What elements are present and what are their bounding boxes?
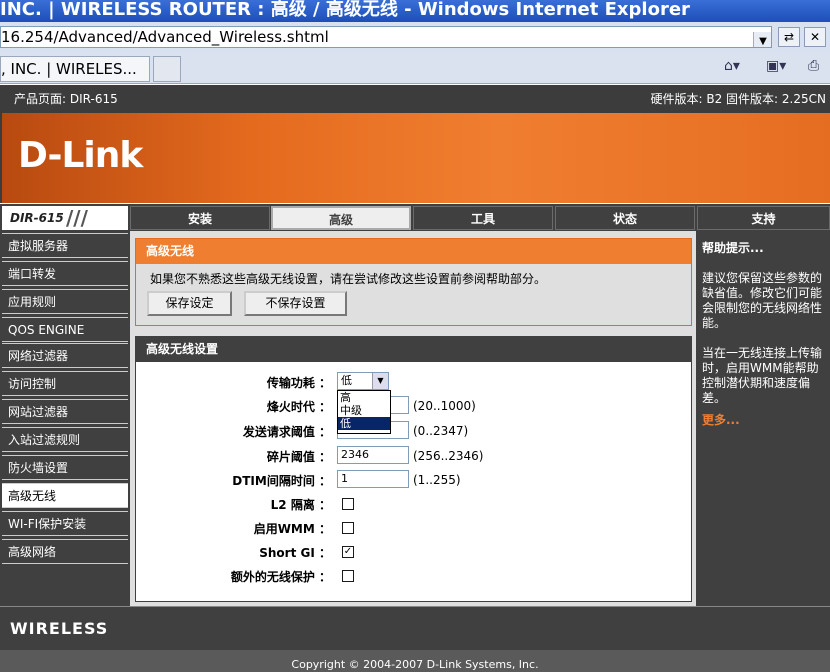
brand-banner: D-Link (0, 113, 830, 203)
rts-range: (0..2347) (413, 424, 469, 438)
sidebar-item-virtual-server[interactable]: 虚拟服务器 (2, 233, 128, 258)
wmm-label: 启用WMM ： (253, 522, 331, 536)
chevron-down-icon[interactable]: ▼ (372, 373, 388, 389)
help-more-link[interactable]: 更多... (702, 411, 740, 428)
sidebar-item-qos-engine[interactable]: QOS ENGINE (2, 317, 128, 342)
frag-range: (256..2346) (413, 449, 484, 463)
advanced-wireless-settings: 高级无线设置 传输功耗 ： 低 ▼ 烽火时代 ： (20..1000) 发送请求… (135, 336, 692, 602)
browser-tab-label: , INC. | WIRELES... (1, 60, 137, 78)
model-badge: DIR-615 /// (2, 206, 128, 230)
tab-status[interactable]: 状态 (555, 206, 695, 230)
extra-protection-label: 额外的无线保护 ： (230, 570, 331, 584)
frag-input[interactable]: 2346 (337, 446, 409, 464)
tab-tools[interactable]: 工具 (413, 206, 553, 230)
model-label: DIR-615 (10, 211, 64, 225)
badge-slashes: /// (66, 206, 88, 230)
address-bar-row: 16.254/Advanced/Advanced_Wireless.shtml … (0, 22, 830, 52)
dont-save-button[interactable]: 不保存设置 (244, 291, 347, 316)
router-top-bar: 产品页面: DIR-615 硬件版本: B2 固件版本: 2.25CN (0, 85, 830, 113)
sidebar-item-firewall[interactable]: 防火墙设置 (2, 455, 128, 480)
address-input[interactable]: 16.254/Advanced/Advanced_Wireless.shtml … (0, 26, 772, 48)
l2-isolation-checkbox[interactable] (342, 498, 354, 510)
copyright: Copyright © 2004-2007 D-Link Systems, In… (0, 650, 830, 672)
sidebar-item-inbound-filter[interactable]: 入站过滤规则 (2, 427, 128, 452)
product-page-label: 产品页面: DIR-615 (14, 92, 118, 106)
main-content: 高级无线 如果您不熟悉这些高级无线设置，请在尝试修改这些设置前参阅帮助部分。 保… (130, 231, 696, 606)
short-gi-checkbox[interactable]: ✓ (342, 546, 354, 558)
tx-power-option-high[interactable]: 高 (338, 391, 390, 404)
sidebar-item-website-filter[interactable]: 网站过滤器 (2, 399, 128, 424)
sidebar-item-application-rules[interactable]: 应用规则 (2, 289, 128, 314)
sidebar-item-access-control[interactable]: 访问控制 (2, 371, 128, 396)
intro-description: 如果您不熟悉这些高级无线设置，请在尝试修改这些设置前参阅帮助部分。 (150, 272, 547, 286)
tx-power-value: 低 (341, 374, 352, 387)
tx-power-option-low[interactable]: 低 (338, 417, 390, 430)
tx-power-label: 传输功耗 ： (266, 376, 331, 390)
l2-isolation-label: L2 隔离 ： (270, 498, 331, 512)
sidebar-item-wps[interactable]: WI-FI保护安装 (2, 511, 128, 536)
beacon-range: (20..1000) (413, 399, 476, 413)
help-text-1: 建议您保留这些参数的缺省值。修改它们可能会限制您的无线网络性能。 (702, 271, 823, 330)
sidebar-item-advanced-network[interactable]: 高级网络 (2, 539, 128, 564)
help-panel: 帮助提示... 建议您保留这些参数的缺省值。修改它们可能会限制您的无线网络性能。… (696, 231, 830, 606)
tab-setup[interactable]: 安装 (130, 206, 270, 230)
help-title: 帮助提示... (702, 241, 764, 255)
settings-section-title: 高级无线设置 (136, 337, 691, 362)
tab-support[interactable]: 支持 (697, 206, 830, 230)
browser-tab[interactable]: , INC. | WIRELES... (0, 56, 150, 82)
footer-bar: WIRELESS (0, 606, 830, 650)
dtim-label: DTIM间隔时间 ： (232, 474, 331, 488)
sidebar-item-advanced-wireless[interactable]: 高级无线 (2, 483, 128, 508)
dtim-input[interactable]: 1 (337, 470, 409, 488)
wireless-brand: WIRELESS (10, 619, 109, 638)
sidebar: 虚拟服务器 端口转发 应用规则 QOS ENGINE 网络过滤器 访问控制 网站… (0, 231, 130, 606)
tx-power-select[interactable]: 低 ▼ (337, 372, 389, 390)
browser-tab-strip: , INC. | WIRELES... ⌂▾ ▣▾ ⎙ (0, 52, 830, 84)
tx-power-option-medium[interactable]: 中级 (338, 404, 390, 417)
browser-title-bar: INC. | WIRELESS ROUTER : 高级 / 高级无线 - Win… (0, 0, 830, 22)
rts-label: 发送请求阈值 ： (242, 425, 331, 439)
address-dropdown-icon[interactable]: ▼ (753, 32, 771, 47)
intro-section-title: 高级无线 (136, 239, 691, 264)
address-text: 16.254/Advanced/Advanced_Wireless.shtml (1, 28, 329, 46)
dtim-range: (1..255) (413, 473, 461, 487)
feeds-icon[interactable]: ▣▾ (766, 58, 786, 74)
version-info: 硬件版本: B2 固件版本: 2.25CN (650, 92, 826, 106)
sidebar-item-network-filter[interactable]: 网络过滤器 (2, 343, 128, 368)
frag-label: 碎片阈值 ： (266, 450, 331, 464)
save-button[interactable]: 保存设定 (147, 291, 232, 316)
browser-title: INC. | WIRELESS ROUTER : 高级 / 高级无线 - Win… (0, 0, 690, 20)
extra-protection-checkbox[interactable] (342, 570, 354, 582)
intro-section: 高级无线 如果您不熟悉这些高级无线设置，请在尝试修改这些设置前参阅帮助部分。 保… (135, 238, 692, 326)
dlink-logo: D-Link (18, 135, 143, 176)
help-text-2: 当在一无线连接上传输时，启用WMM能帮助控制潜伏期和速度偏差。 (702, 346, 823, 405)
new-tab-button[interactable] (153, 56, 181, 82)
wmm-checkbox[interactable] (342, 522, 354, 534)
short-gi-label: Short GI ： (259, 546, 331, 560)
main-nav: DIR-615 /// 安装 高级 工具 状态 支持 (0, 204, 830, 231)
refresh-icon[interactable]: ⇄ (778, 27, 800, 47)
beacon-label: 烽火时代 ： (266, 400, 331, 414)
tx-power-dropdown-list[interactable]: 高 中级 低 (337, 390, 391, 434)
home-icon[interactable]: ⌂▾ (724, 58, 740, 74)
stop-icon[interactable]: ✕ (804, 27, 826, 47)
print-icon[interactable]: ⎙ (808, 58, 819, 74)
tab-advanced[interactable]: 高级 (271, 206, 411, 230)
sidebar-item-port-forwarding[interactable]: 端口转发 (2, 261, 128, 286)
